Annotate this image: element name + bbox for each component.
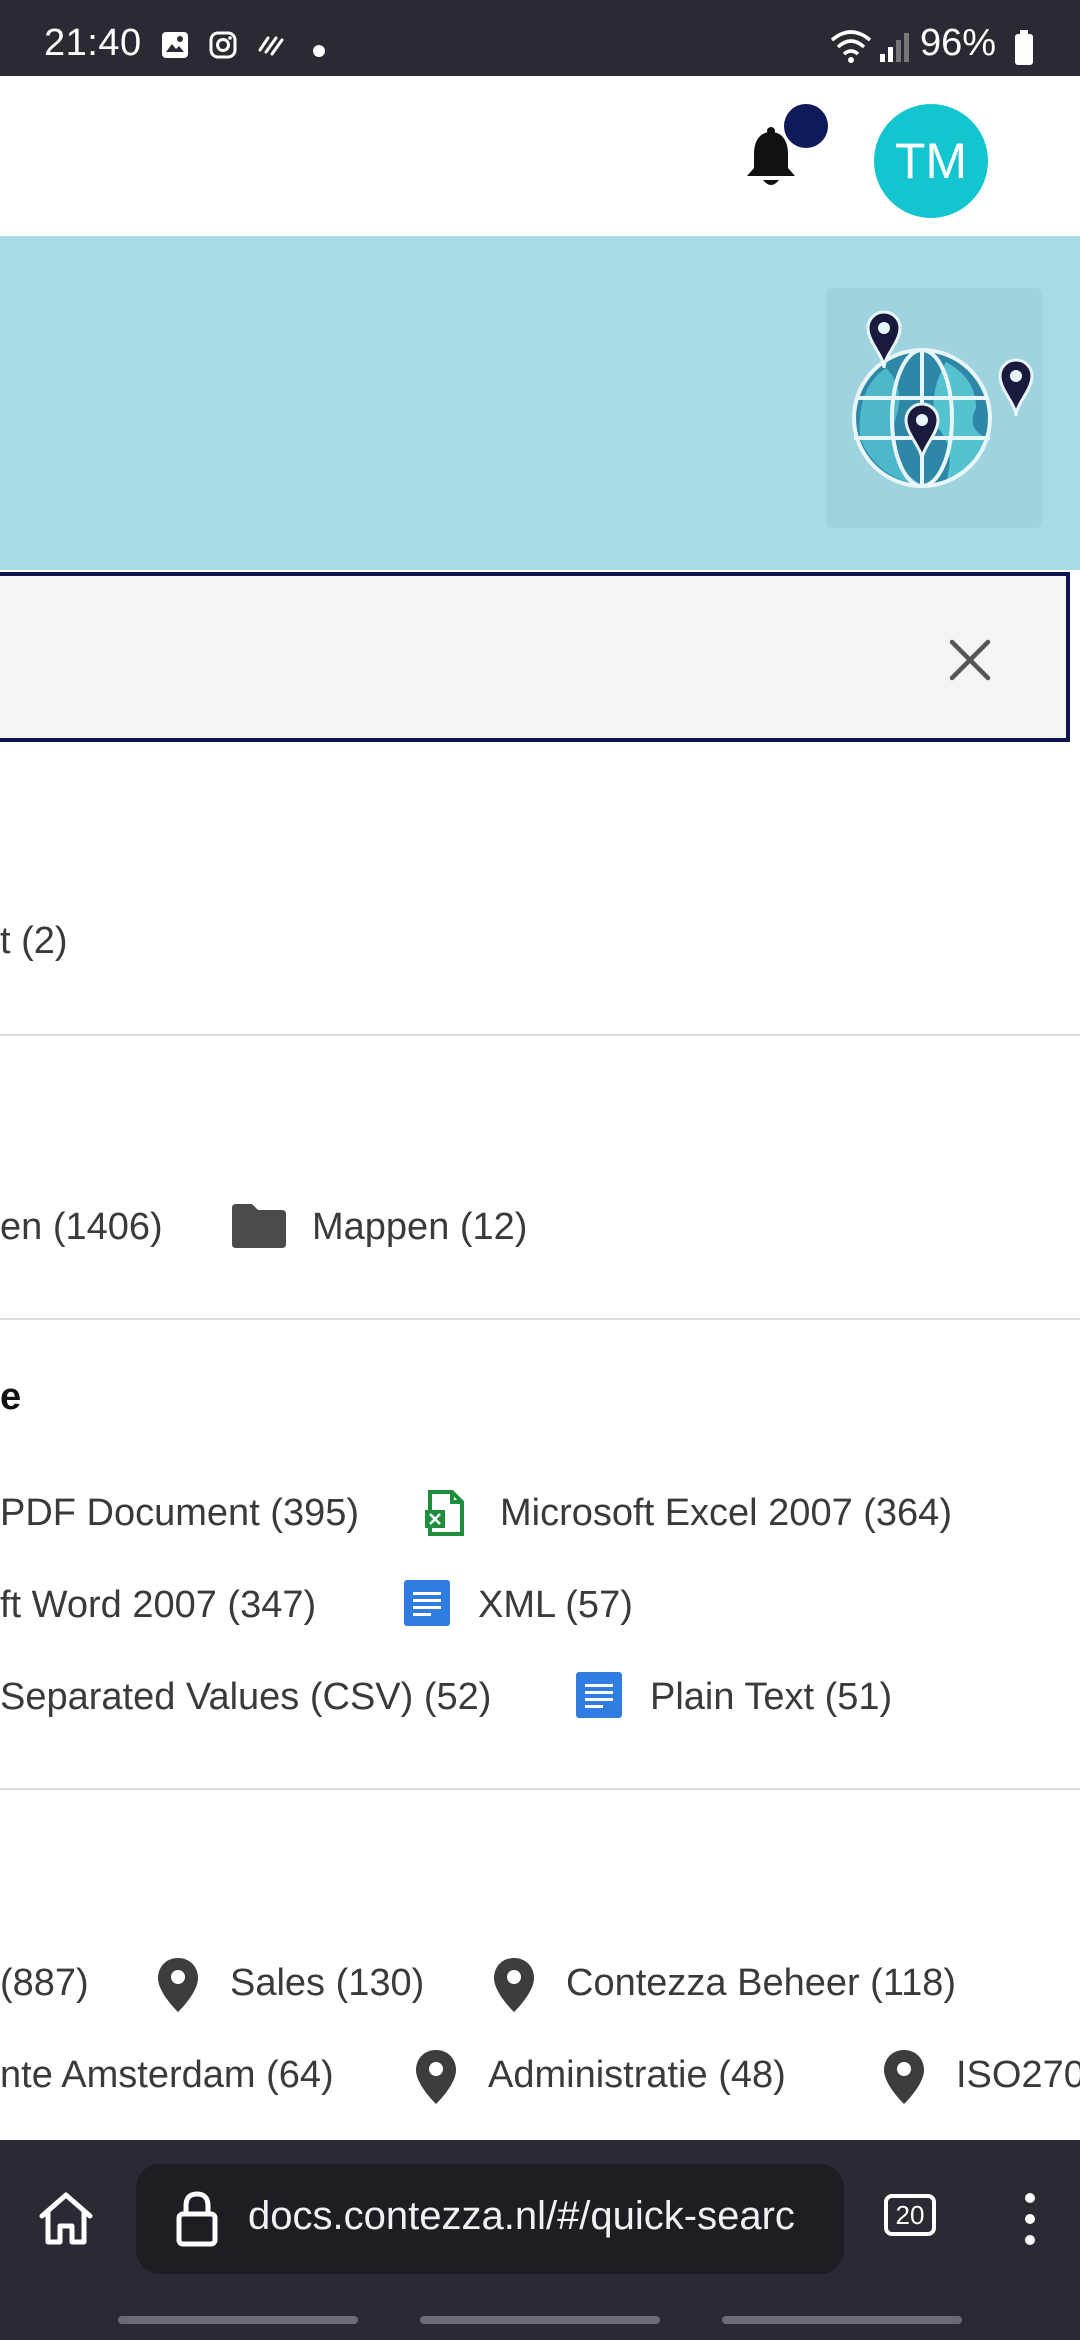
facet-item-xml[interactable]: XML (57) — [478, 1584, 633, 1627]
location-pin-icon — [884, 2050, 924, 2104]
plain-text-doc-icon — [576, 1672, 622, 1718]
facet-item-contezza-beheer[interactable]: Contezza Beheer (118) — [566, 1962, 956, 2005]
more-options-icon[interactable] — [1016, 2190, 1044, 2248]
facet-item-plain-text[interactable]: Plain Text (51) — [650, 1676, 892, 1719]
facet-item-sales[interactable]: Sales (130) — [230, 1962, 424, 2005]
location-pin-icon — [494, 1958, 534, 2012]
gesture-bar — [722, 2316, 962, 2324]
facet-item[interactable]: t (2) — [0, 920, 68, 963]
more-notifications-dot-icon — [313, 45, 325, 57]
status-bar: 21:40 96% — [0, 0, 1080, 76]
wifi-icon — [830, 30, 872, 63]
clear-search-icon[interactable] — [944, 634, 996, 686]
notification-badge — [784, 104, 828, 148]
divider — [0, 1788, 1080, 1790]
globe-illustration — [826, 288, 1042, 528]
search-input[interactable] — [38, 616, 842, 698]
instagram-icon — [209, 31, 237, 59]
facet-item-csv[interactable]: Separated Values (CSV) (52) — [0, 1676, 491, 1719]
facet-item-iso[interactable]: ISO270 — [956, 2054, 1080, 2097]
excel-file-icon — [425, 1490, 464, 1536]
xml-doc-icon — [404, 1580, 450, 1626]
battery-icon — [1015, 30, 1033, 65]
search-box — [0, 572, 1070, 742]
tab-switcher-button[interactable]: 20 — [884, 2194, 936, 2236]
home-icon[interactable] — [36, 2190, 96, 2248]
divider — [0, 1034, 1080, 1036]
folder-icon — [232, 1204, 286, 1248]
location-pin-icon — [416, 2050, 456, 2104]
globe-icon — [852, 310, 1034, 488]
facet-item-files[interactable]: en (1406) — [0, 1206, 163, 1249]
user-avatar[interactable]: TM — [874, 104, 988, 218]
gallery-icon — [162, 32, 188, 58]
divider — [0, 1318, 1080, 1320]
facet-item-word[interactable]: ft Word 2007 (347) — [0, 1584, 316, 1627]
gesture-bar — [420, 2316, 660, 2324]
battery-percentage: 96% — [920, 22, 997, 64]
url-text: docs.contezza.nl/#/quick-searc — [248, 2194, 795, 2238]
activity-icon — [258, 36, 284, 56]
facet-item-pdf[interactable]: PDF Document (395) — [0, 1492, 359, 1535]
facet-item-excel[interactable]: Microsoft Excel 2007 (364) — [500, 1492, 952, 1535]
facet-item-folders[interactable]: Mappen (12) — [312, 1206, 527, 1249]
location-pin-icon — [158, 1958, 198, 2012]
facet-item-location[interactable]: (887) — [0, 1962, 89, 2005]
address-bar[interactable]: docs.contezza.nl/#/quick-searc — [136, 2164, 844, 2274]
facet-item-administratie[interactable]: Administratie (48) — [488, 2054, 786, 2097]
lock-icon — [176, 2191, 218, 2247]
status-time: 21:40 — [44, 22, 142, 64]
facet-title-type: e — [0, 1376, 22, 1418]
facet-item-location[interactable]: nte Amsterdam (64) — [0, 2054, 334, 2097]
signal-icon — [880, 33, 909, 62]
gesture-bar — [118, 2316, 358, 2324]
